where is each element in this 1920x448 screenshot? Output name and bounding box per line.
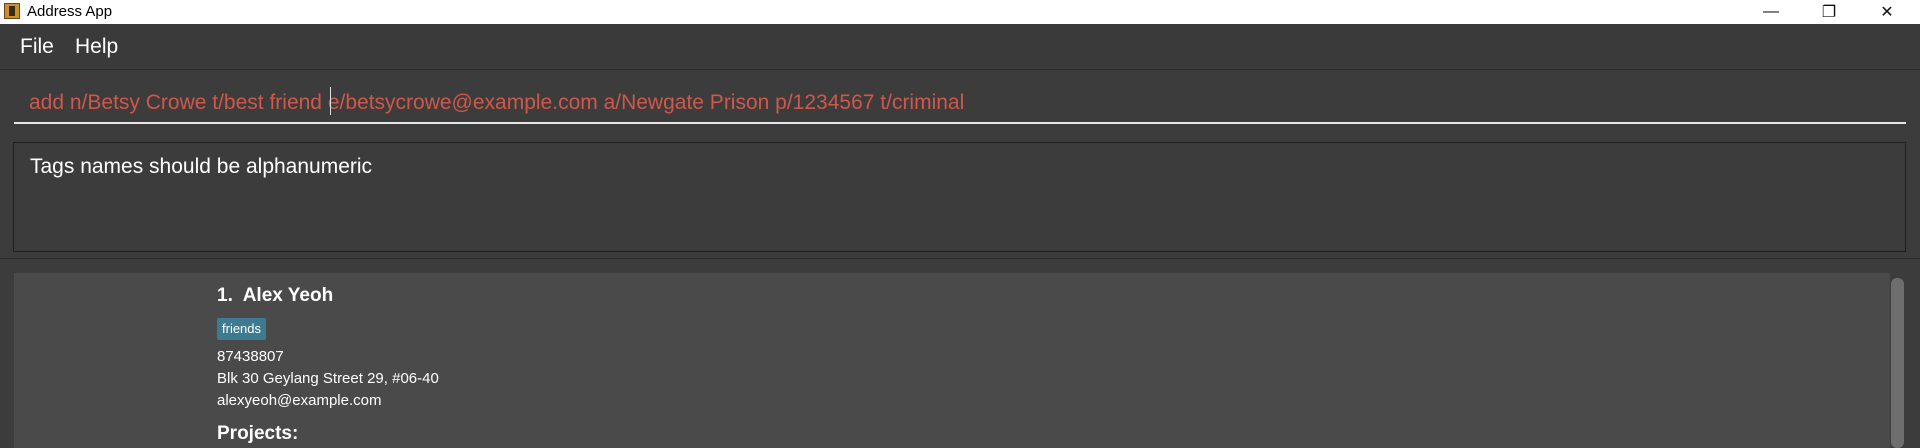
person-address: Blk 30 Geylang Street 29, #06-40 [217, 370, 439, 387]
address-book-icon [4, 3, 20, 19]
window-title: Address App [27, 3, 113, 20]
person-card[interactable]: 1. Alex Yeoh friends 87438807 Blk 30 Gey… [14, 273, 1890, 448]
minimize-icon: — [1763, 3, 1779, 20]
result-display[interactable]: Tags names should be alphanumeric [13, 142, 1906, 252]
maximize-button[interactable]: ❐ [1800, 0, 1858, 24]
title-bar: Address App — ❐ ✕ [0, 0, 1920, 24]
person-name: 1. Alex Yeoh [217, 285, 334, 306]
projects-heading: Projects: [217, 423, 299, 444]
menu-bar: File Help [0, 24, 1920, 70]
tag-badge: friends [217, 318, 267, 340]
menu-help[interactable]: Help [75, 34, 118, 60]
minimize-button[interactable]: — [1742, 0, 1800, 24]
command-box-area: add n/Betsy Crowe t/best friend e/betsyc… [0, 70, 1920, 130]
command-input[interactable]: add n/Betsy Crowe t/best friend e/betsyc… [14, 84, 1906, 124]
menu-file[interactable]: File [20, 34, 54, 60]
restore-icon: ❐ [1821, 4, 1837, 21]
person-list-panel: 1. Alex Yeoh friends 87438807 Blk 30 Gey… [0, 259, 1920, 448]
person-phone: 87438807 [217, 348, 284, 365]
text-caret [330, 87, 331, 115]
result-message: Tags names should be alphanumeric [30, 155, 373, 178]
person-email: alexyeoh@example.com [217, 392, 382, 409]
close-icon: ✕ [1880, 4, 1894, 21]
close-button[interactable]: ✕ [1858, 0, 1916, 24]
command-text: add n/Betsy Crowe t/best friend e/betsyc… [29, 91, 965, 114]
scrollbar-thumb[interactable] [1891, 278, 1904, 448]
